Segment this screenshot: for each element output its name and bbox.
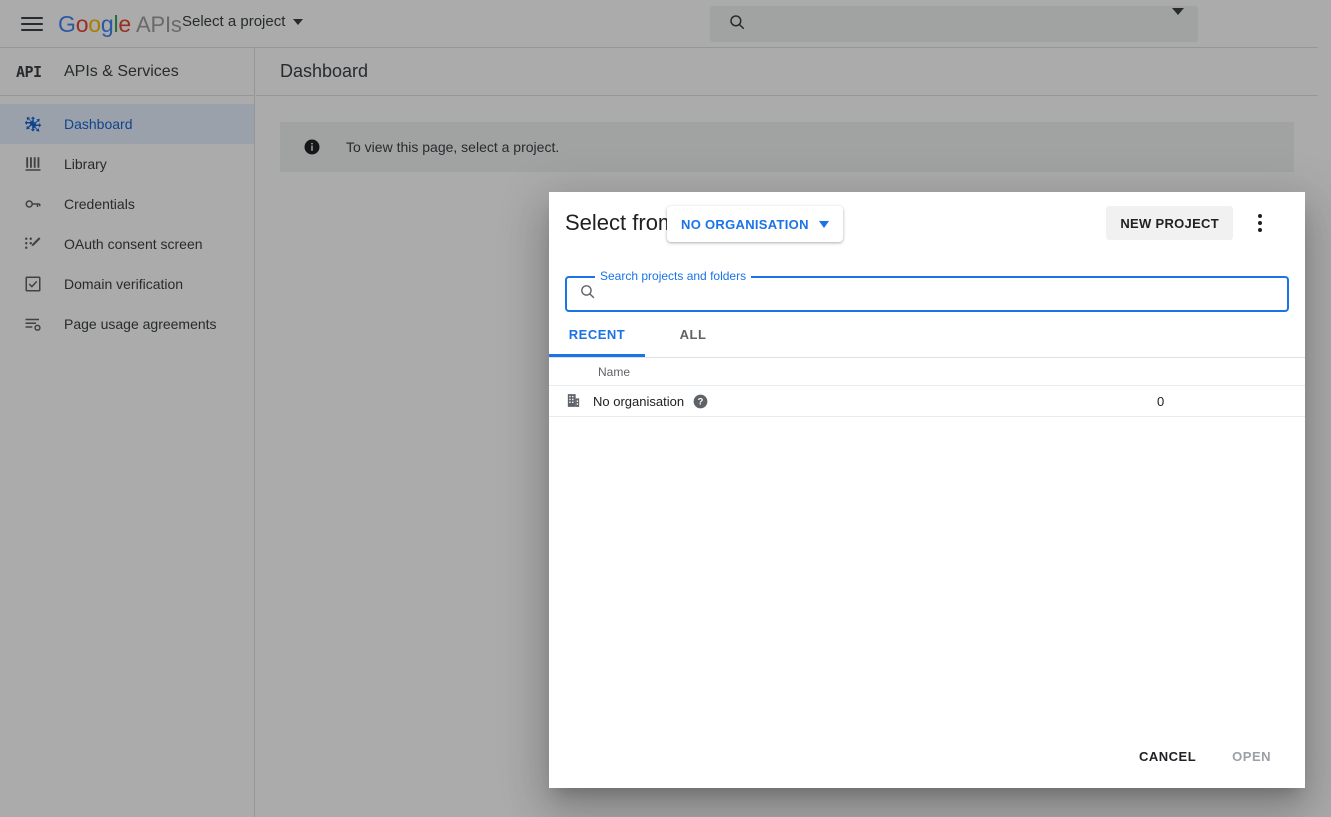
- organisation-selector-label: NO ORGANISATION: [681, 216, 809, 232]
- table-row[interactable]: No organisation ? 0: [549, 386, 1305, 417]
- row-id: 0: [1157, 393, 1165, 409]
- open-button: OPEN: [1218, 739, 1285, 773]
- dialog-header: Select from NO ORGANISATION NEW PROJECT: [549, 192, 1305, 260]
- dialog-footer: CANCEL OPEN: [549, 724, 1305, 788]
- dialog-title: Select from: [565, 210, 677, 235]
- projects-table: Name ID No organisation: [549, 358, 1305, 724]
- dialog-search-label: Search projects and folders: [595, 269, 752, 283]
- svg-text:?: ?: [698, 396, 704, 406]
- tab-all[interactable]: ALL: [645, 312, 741, 357]
- organization-icon: [565, 392, 583, 410]
- dialog-tabs: RECENT ALL: [549, 312, 1305, 358]
- table-header-row: Name ID: [549, 358, 1305, 386]
- new-project-button[interactable]: NEW PROJECT: [1106, 206, 1233, 240]
- dialog-search-input[interactable]: [606, 286, 1287, 302]
- help-icon[interactable]: ?: [693, 394, 708, 409]
- more-vert-icon[interactable]: [1243, 206, 1277, 240]
- row-name: No organisation: [593, 393, 685, 409]
- organisation-selector[interactable]: NO ORGANISATION: [667, 206, 843, 242]
- search-icon: [579, 283, 596, 305]
- column-header-name: Name: [598, 364, 631, 379]
- cancel-button[interactable]: CANCEL: [1125, 739, 1210, 773]
- dialog-search-field: Search projects and folders: [565, 260, 1289, 312]
- chevron-down-icon: [818, 220, 829, 228]
- tab-recent[interactable]: RECENT: [549, 312, 645, 357]
- select-project-dialog: Select from NO ORGANISATION NEW PROJECT …: [549, 192, 1305, 788]
